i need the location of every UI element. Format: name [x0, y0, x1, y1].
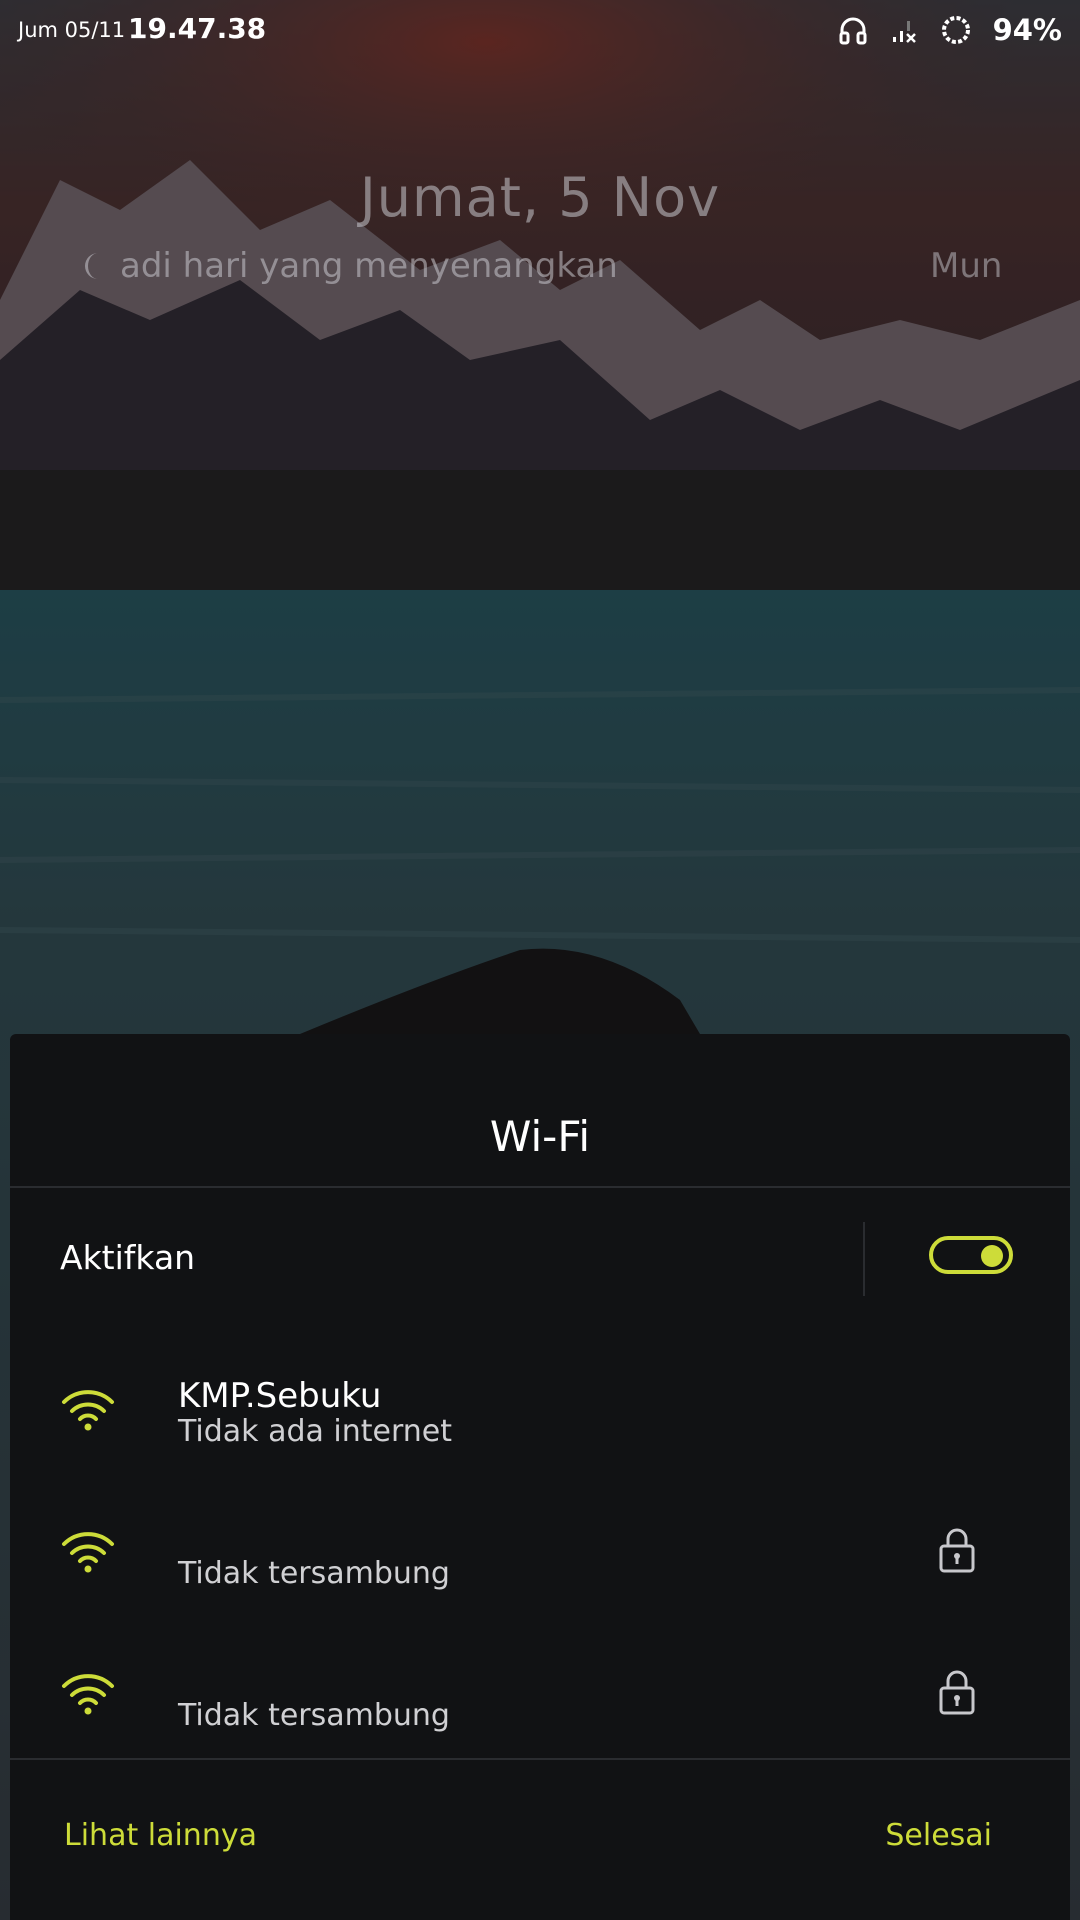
toggle-knob: [981, 1245, 1003, 1267]
headphones-icon: [839, 17, 867, 45]
status-icons: 94%: [837, 10, 1062, 50]
moon-icon: [85, 253, 98, 279]
status-time: 19.47.38: [128, 12, 267, 45]
battery-percent: 94%: [992, 13, 1062, 47]
network-status: Tidak tersambung: [178, 1698, 450, 1733]
network-item[interactable]: Tidak tersambung: [10, 1648, 1070, 1768]
network-name: KMP.Sebuku: [178, 1376, 382, 1416]
network-item[interactable]: KMP.Sebuku Tidak ada internet: [10, 1364, 1070, 1484]
dialog-title: Wi-Fi: [489, 1112, 591, 1161]
done-button[interactable]: Selesai: [885, 1818, 992, 1853]
wifi-dialog: Wi-Fi Aktifkan KMP.Sebuku Tidak ada inte…: [10, 1034, 1070, 1920]
status-bar: Jum 05/11 19.47.38 94%: [0, 0, 1080, 60]
divider: [10, 1758, 1070, 1760]
lockscreen-date: Jumat, 5 Nov: [359, 166, 721, 229]
network-item[interactable]: Tidak tersambung: [10, 1506, 1070, 1626]
greeting-tail-text: Mun: [930, 246, 1003, 286]
signal-no-service-icon: [892, 21, 916, 43]
battery-ring-icon: [941, 16, 970, 44]
network-status: Tidak tersambung: [178, 1556, 450, 1591]
status-date: Jum 05/11: [18, 18, 126, 42]
wifi-signal-icon: [62, 1532, 114, 1573]
wifi-toggle[interactable]: [929, 1236, 1013, 1274]
enable-label: Aktifkan: [60, 1238, 196, 1277]
greeting-text: adi hari yang menyenangkan: [120, 246, 618, 286]
see-more-button[interactable]: Lihat lainnya: [64, 1818, 257, 1853]
lock-icon: [939, 1528, 975, 1573]
wifi-signal-icon: [62, 1390, 114, 1431]
lockscreen-greeting: adi hari yang menyenangkan: [78, 246, 618, 286]
network-status: Tidak ada internet: [178, 1414, 453, 1449]
vertical-divider: [863, 1222, 865, 1296]
divider: [10, 1186, 1070, 1188]
wifi-signal-icon: [62, 1674, 114, 1715]
lock-icon: [939, 1670, 975, 1715]
